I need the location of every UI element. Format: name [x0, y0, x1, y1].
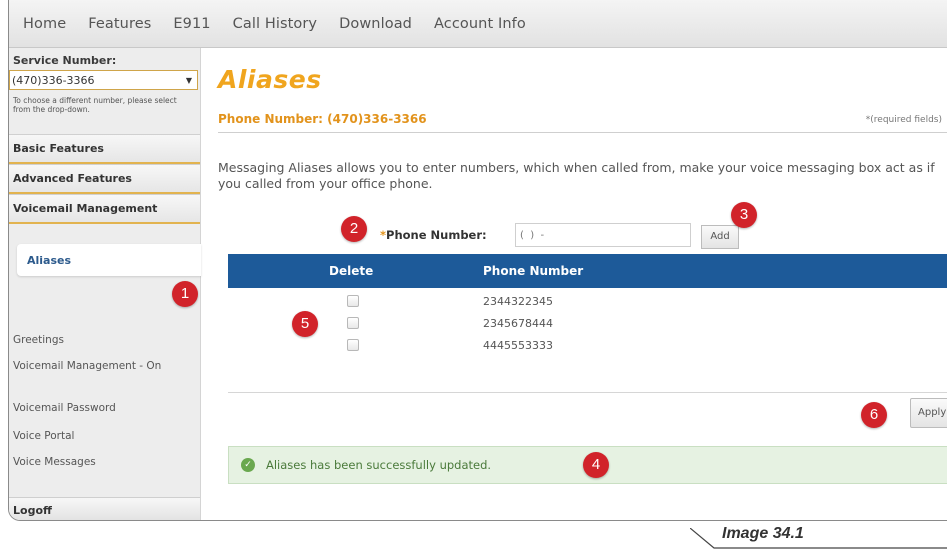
delete-checkbox[interactable] — [347, 317, 359, 329]
logoff-link[interactable]: Logoff — [9, 497, 200, 520]
sidebar: Service Number: (470)336-3366 ▼ To choos… — [9, 48, 201, 520]
page-description: Messaging Aliases allows you to enter nu… — [218, 160, 935, 191]
main-content: Aliases Phone Number: (470)336-3366 *(re… — [201, 48, 947, 520]
sidebar-section-basic-features[interactable]: Basic Features — [9, 134, 200, 164]
page-title: Aliases — [218, 65, 322, 94]
service-number-label: Service Number: — [13, 54, 117, 67]
callout-badge-3: 3 — [731, 202, 757, 228]
phone-number-field-label: *Phone Number: — [380, 228, 487, 242]
nav-e911[interactable]: E911 — [173, 16, 210, 32]
top-navigation: Home Features E911 Call History Download… — [9, 0, 947, 48]
delete-checkbox[interactable] — [347, 339, 359, 351]
table-row: 4445553333 — [228, 336, 928, 354]
table-row: 2345678444 — [228, 314, 928, 332]
column-header-delete: Delete — [329, 264, 374, 278]
add-button[interactable]: Add — [701, 225, 739, 249]
delete-checkbox[interactable] — [347, 295, 359, 307]
column-header-phone-number: Phone Number — [483, 264, 584, 278]
dropdown-arrow-icon: ▼ — [185, 75, 192, 85]
sidebar-section-voicemail-management[interactable]: Voicemail Management — [9, 194, 200, 224]
sidebar-section-advanced-features[interactable]: Advanced Features — [9, 164, 200, 194]
divider — [218, 132, 947, 133]
sidebar-item-aliases[interactable]: Aliases — [17, 244, 201, 276]
sidebar-item-voice-messages[interactable]: Voice Messages — [9, 456, 96, 468]
callout-badge-4: 4 — [583, 452, 609, 478]
callout-badge-5: 5 — [292, 311, 318, 337]
alias-phone-number: 2345678444 — [483, 316, 553, 330]
phone-number-label-text: Phone Number: — [386, 228, 487, 242]
success-message-text: Aliases has been successfully updated. — [266, 458, 492, 472]
service-number-value: (470)336-3366 — [12, 73, 95, 87]
required-fields-note: *(required fields) — [865, 115, 942, 125]
callout-badge-6: 6 — [861, 402, 887, 428]
sidebar-item-voicemail-password[interactable]: Voicemail Password — [9, 402, 116, 414]
nav-home[interactable]: Home — [23, 16, 66, 32]
nav-features[interactable]: Features — [88, 16, 151, 32]
nav-call-history[interactable]: Call History — [233, 16, 317, 32]
phone-number-heading: Phone Number: (470)336-3366 — [218, 112, 427, 126]
sidebar-item-voice-portal[interactable]: Voice Portal — [9, 430, 74, 442]
checkmark-circle-icon: ✓ — [241, 458, 255, 472]
sidebar-item-voicemail-management-on[interactable]: Voicemail Management - On — [9, 360, 187, 373]
apply-button[interactable]: Apply — [910, 398, 947, 428]
callout-badge-1: 1 — [172, 281, 198, 307]
service-number-help: To choose a different number, please sel… — [13, 96, 177, 114]
phone-number-input[interactable] — [515, 223, 691, 247]
image-caption: Image 34.1 — [722, 525, 804, 542]
alias-phone-number: 2344322345 — [483, 294, 553, 308]
sidebar-item-greetings[interactable]: Greetings — [9, 334, 64, 346]
alias-phone-number: 4445553333 — [483, 338, 553, 352]
table-row: 2344322345 — [228, 292, 928, 310]
service-number-select[interactable]: (470)336-3366 ▼ — [9, 70, 198, 90]
divider — [228, 392, 947, 393]
aliases-table-header: Delete Phone Number — [228, 254, 947, 288]
nav-download[interactable]: Download — [339, 16, 412, 32]
nav-account-info[interactable]: Account Info — [434, 16, 526, 32]
callout-badge-2: 2 — [341, 216, 367, 242]
app-window: Home Features E911 Call History Download… — [8, 0, 947, 521]
